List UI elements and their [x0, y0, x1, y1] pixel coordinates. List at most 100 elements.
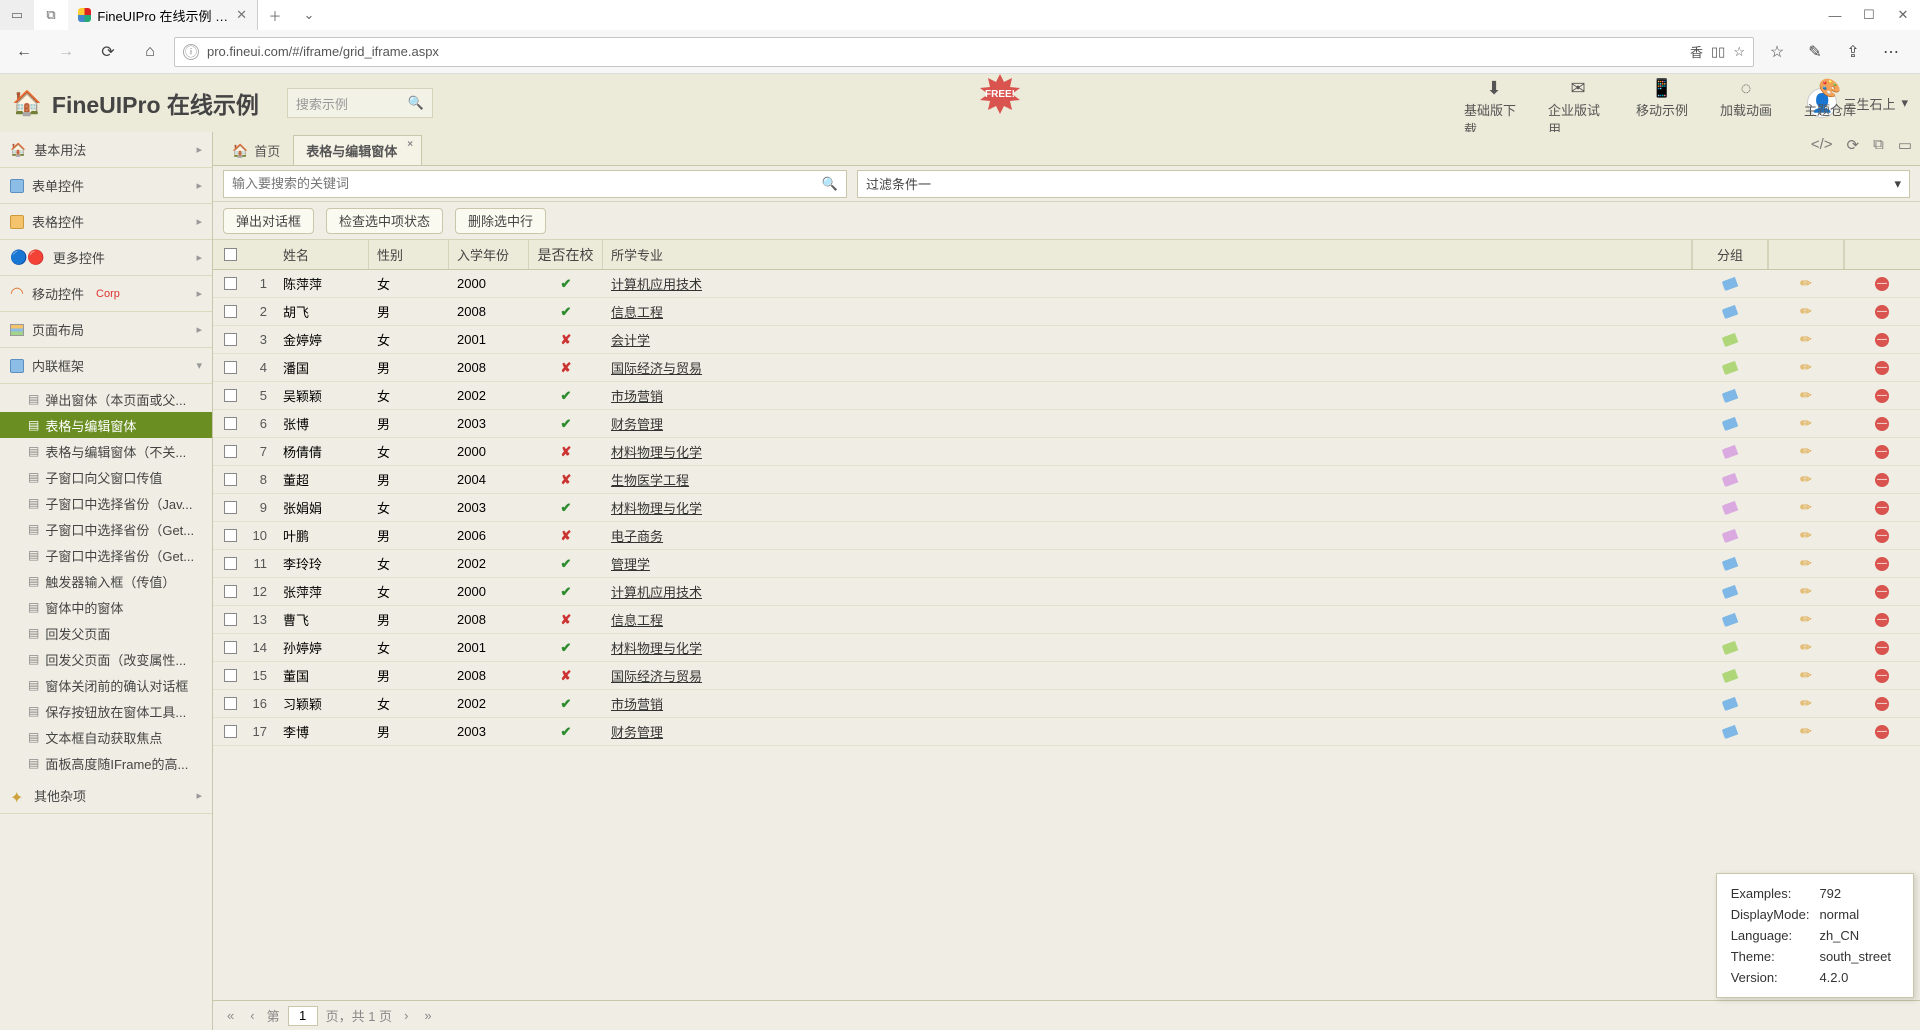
delete-icon[interactable]: —	[1875, 669, 1889, 683]
check-selection-button[interactable]: 检查选中项状态	[326, 208, 443, 234]
row-checkbox[interactable]	[224, 277, 237, 290]
table-row[interactable]: 12张萍萍女2000✔计算机应用技术✏—	[213, 578, 1920, 606]
tree-item[interactable]: ▤回发父页面（改变属性...	[0, 646, 212, 672]
tag-icon[interactable]	[1722, 332, 1739, 346]
row-checkbox[interactable]	[224, 641, 237, 654]
tree-item[interactable]: ▤表格与编辑窗体（不关...	[0, 438, 212, 464]
edit-icon[interactable]: ✏	[1800, 527, 1812, 544]
tree-item[interactable]: ▤子窗口中选择省份（Get...	[0, 516, 212, 542]
accordion-other[interactable]: ✦其他杂项▸	[0, 778, 212, 814]
tag-icon[interactable]	[1722, 528, 1739, 542]
tag-icon[interactable]	[1722, 360, 1739, 374]
tree-item[interactable]: ▤子窗口中选择省份（Jav...	[0, 490, 212, 516]
delete-icon[interactable]: —	[1875, 389, 1889, 403]
delete-icon[interactable]: —	[1875, 277, 1889, 291]
pager-last[interactable]: »	[420, 1008, 435, 1023]
table-row[interactable]: 4潘国男2008✘国际经济与贸易✏—	[213, 354, 1920, 382]
notes-icon[interactable]: ✎	[1798, 36, 1832, 68]
tree-item[interactable]: ▤表格与编辑窗体	[0, 412, 212, 438]
more-icon[interactable]: ⋯	[1874, 36, 1908, 68]
edit-icon[interactable]: ✏	[1800, 387, 1812, 404]
table-row[interactable]: 10叶鹏男2006✘电子商务✏—	[213, 522, 1920, 550]
table-row[interactable]: 16习颖颖女2002✔市场营销✏—	[213, 690, 1920, 718]
tag-icon[interactable]	[1722, 500, 1739, 514]
major-link[interactable]: 市场营销	[611, 694, 663, 713]
major-link[interactable]: 材料物理与化学	[611, 498, 702, 517]
delete-icon[interactable]: —	[1875, 501, 1889, 515]
delete-icon[interactable]: —	[1875, 445, 1889, 459]
delete-icon[interactable]: —	[1875, 473, 1889, 487]
edit-icon[interactable]: ✏	[1800, 415, 1812, 432]
major-link[interactable]: 国际经济与贸易	[611, 666, 702, 685]
row-checkbox[interactable]	[224, 445, 237, 458]
pager-page-input[interactable]	[288, 1006, 318, 1026]
row-checkbox[interactable]	[224, 529, 237, 542]
major-link[interactable]: 计算机应用技术	[611, 274, 702, 293]
translate-icon[interactable]: ⾹	[1690, 42, 1703, 61]
delete-icon[interactable]: —	[1875, 641, 1889, 655]
delete-icon[interactable]: —	[1875, 529, 1889, 543]
row-checkbox[interactable]	[224, 725, 237, 738]
window-maximize-button[interactable]: ☐	[1852, 0, 1886, 30]
tag-icon[interactable]	[1722, 304, 1739, 318]
row-checkbox[interactable]	[224, 333, 237, 346]
table-row[interactable]: 11李玲玲女2002✔管理学✏—	[213, 550, 1920, 578]
accordion-基本用法[interactable]: 🏠基本用法▸	[0, 132, 212, 168]
filter-combo[interactable]: 过滤条件一 ▾	[857, 170, 1910, 198]
delete-icon[interactable]: —	[1875, 305, 1889, 319]
col-group[interactable]: 分组	[1692, 240, 1768, 269]
header-link[interactable]: 🎨主题仓库	[1800, 78, 1860, 138]
row-checkbox[interactable]	[224, 361, 237, 374]
pager-prev[interactable]: ‹	[246, 1008, 258, 1023]
popout-icon[interactable]: ⧉	[1873, 136, 1884, 154]
row-checkbox[interactable]	[224, 305, 237, 318]
delete-icon[interactable]: —	[1875, 725, 1889, 739]
os-tabs-icon[interactable]: ▭	[0, 0, 34, 30]
major-link[interactable]: 国际经济与贸易	[611, 358, 702, 377]
tag-icon[interactable]	[1722, 444, 1739, 458]
accordion-移动控件[interactable]: 移动控件Corp▸	[0, 276, 212, 312]
major-link[interactable]: 信息工程	[611, 610, 663, 629]
col-major[interactable]: 所学专业	[603, 240, 1692, 269]
major-link[interactable]: 生物医学工程	[611, 470, 689, 489]
row-checkbox[interactable]	[224, 501, 237, 514]
tag-icon[interactable]	[1722, 276, 1739, 290]
major-link[interactable]: 财务管理	[611, 722, 663, 741]
tree-item[interactable]: ▤子窗口向父窗口传值	[0, 464, 212, 490]
tab-dropdown-icon[interactable]: ⌄	[292, 0, 326, 30]
row-checkbox[interactable]	[224, 585, 237, 598]
table-row[interactable]: 8董超男2004✘生物医学工程✏—	[213, 466, 1920, 494]
major-link[interactable]: 信息工程	[611, 302, 663, 321]
table-row[interactable]: 5吴颖颖女2002✔市场营销✏—	[213, 382, 1920, 410]
row-checkbox[interactable]	[224, 697, 237, 710]
tree-item[interactable]: ▤子窗口中选择省份（Get...	[0, 542, 212, 568]
browser-tab[interactable]: FineUIPro 在线示例 - 基 ✕	[68, 0, 258, 30]
popup-dialog-button[interactable]: 弹出对话框	[223, 208, 314, 234]
tree-item[interactable]: ▤弹出窗体（本页面或父...	[0, 386, 212, 412]
nav-home-button[interactable]: ⌂	[132, 36, 168, 68]
header-link[interactable]: 📱移动示例	[1632, 78, 1692, 138]
window-close-button[interactable]: ✕	[1886, 0, 1920, 30]
os-sidebar-icon[interactable]: ⧉	[34, 0, 68, 30]
table-row[interactable]: 6张博男2003✔财务管理✏—	[213, 410, 1920, 438]
delete-icon[interactable]: —	[1875, 613, 1889, 627]
keyword-search[interactable]: 🔍	[223, 170, 847, 198]
major-link[interactable]: 市场营销	[611, 386, 663, 405]
select-all-checkbox[interactable]	[224, 248, 237, 261]
edit-icon[interactable]: ✏	[1800, 639, 1812, 656]
refresh-icon[interactable]: ⟳	[1847, 136, 1860, 154]
tree-item[interactable]: ▤回发父页面	[0, 620, 212, 646]
edit-icon[interactable]: ✏	[1800, 275, 1812, 292]
window-minimize-button[interactable]: —	[1818, 0, 1852, 30]
accordion-表单控件[interactable]: 表单控件▸	[0, 168, 212, 204]
accordion-更多控件[interactable]: 🔵🔴更多控件▸	[0, 240, 212, 276]
reader-icon[interactable]: ▯▯	[1711, 44, 1725, 60]
tree-item[interactable]: ▤文本框自动获取焦点	[0, 724, 212, 750]
header-link[interactable]: ◌加载动画	[1716, 78, 1776, 138]
row-checkbox[interactable]	[224, 417, 237, 430]
major-link[interactable]: 会计学	[611, 330, 650, 349]
tag-icon[interactable]	[1722, 668, 1739, 682]
major-link[interactable]: 计算机应用技术	[611, 582, 702, 601]
app-home-icon[interactable]: 🏠	[12, 89, 42, 118]
table-row[interactable]: 7杨倩倩女2000✘材料物理与化学✏—	[213, 438, 1920, 466]
